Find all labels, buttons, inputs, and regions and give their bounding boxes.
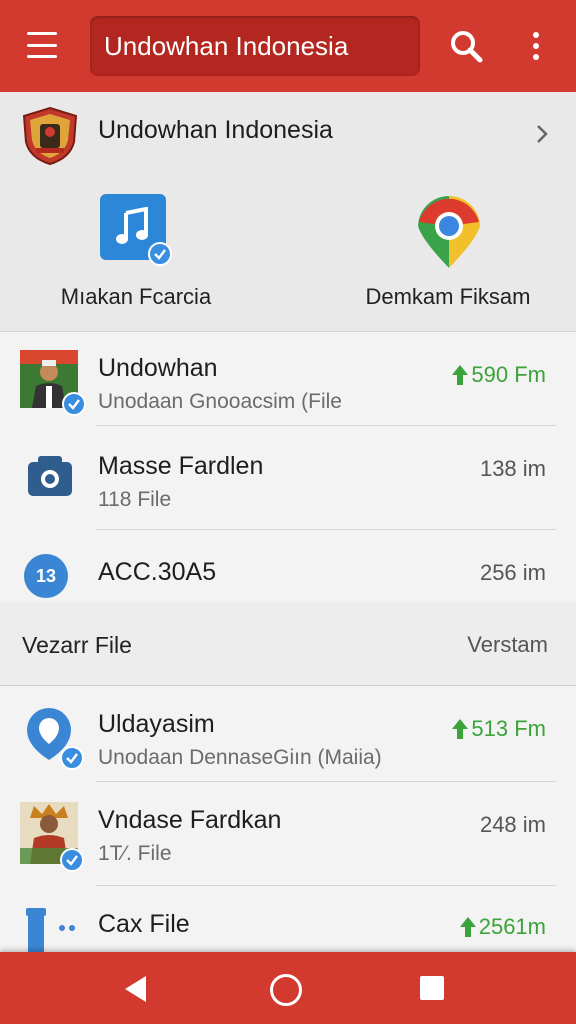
header-card: Undowhan Indonesia Mıakan Fcarcia Demkam… (0, 92, 576, 332)
file-name: Uldayasim (98, 710, 215, 738)
counter-badge-icon: 13 (24, 554, 68, 598)
hamburger-menu-icon[interactable] (22, 28, 62, 62)
file-size-value: 2561m (478, 914, 546, 939)
file-subtitle: Unodaan DennaseGiın (Maiia) (98, 746, 382, 769)
more-vert-icon[interactable] (520, 30, 552, 62)
file-size-value: 590 Fm (471, 362, 546, 387)
file-size: 513 Fm (451, 716, 546, 742)
section-action[interactable]: Verstam (467, 632, 548, 658)
check-badge-icon (62, 392, 86, 416)
trend-up-icon (459, 917, 476, 937)
file-size: 138 im (479, 456, 546, 481)
file-subtitle: 118 File (98, 488, 172, 511)
file-size: 2561m (459, 914, 546, 940)
file-subtitle: 1T⁄. File (98, 842, 172, 865)
file-name: Undowhan (98, 354, 218, 382)
shortcut-label: Demkam Fiksam (365, 284, 531, 309)
list-item[interactable]: Masse Fardlen 118 File 138 im (0, 426, 576, 530)
file-size: 256 im (479, 560, 546, 585)
back-icon[interactable] (122, 974, 150, 1004)
check-badge-icon (60, 746, 84, 770)
app-title: Undowhan Indonesia (104, 30, 349, 61)
home-icon[interactable] (270, 974, 302, 1006)
file-subtitle: Unodaan Gnooacsim (File (98, 390, 342, 413)
search-icon[interactable] (446, 26, 486, 66)
recent-apps-icon[interactable] (420, 976, 444, 1000)
counter-badge-text: 13 (35, 565, 57, 586)
emblem-logo-icon (22, 106, 78, 166)
file-name: Cax File (98, 910, 190, 938)
file-name: Masse Fardlen (98, 452, 264, 480)
chevron-right-icon[interactable] (530, 122, 554, 146)
header-title: Undowhan Indonesia (98, 116, 333, 144)
file-size-value: 513 Fm (471, 716, 546, 741)
system-nav-bar (0, 952, 576, 1024)
chrome-icon (418, 196, 480, 268)
file-name: ACC.30A5 (98, 558, 217, 586)
trend-up-icon (452, 719, 469, 739)
trend-up-icon (452, 365, 469, 385)
shortcut-chrome[interactable]: Demkam Fiksam (328, 192, 568, 322)
check-badge-icon (60, 848, 84, 872)
check-badge-icon (148, 242, 172, 266)
list-item[interactable]: Uldayasim Unodaan DennaseGiın (Maiia) 51… (0, 686, 576, 782)
camera-icon (28, 456, 72, 496)
section-header: Vezarr File Verstam (0, 602, 576, 686)
bottle-icon (26, 908, 75, 952)
file-name: Vndase Fardkan (98, 806, 282, 834)
app-bar: Undowhan Indonesia (0, 0, 576, 92)
header-row[interactable]: Undowhan Indonesia (0, 92, 576, 178)
shortcut-label: Mıakan Fcarcia (60, 284, 212, 309)
list-item[interactable]: Cax File 2561m (0, 886, 576, 952)
list-item[interactable]: Vndase Fardkan 1T⁄. File 248 im (0, 782, 576, 886)
file-size: 590 Fm (451, 362, 546, 388)
file-size: 248 im (479, 812, 546, 837)
section-title: Vezarr File (22, 632, 132, 658)
list-item[interactable]: Undowhan Unodaan Gnooacsim (File 590 Fm (0, 332, 576, 426)
app-title-box[interactable]: Undowhan Indonesia (90, 16, 420, 76)
shortcut-music[interactable]: Mıakan Fcarcia (16, 192, 256, 322)
